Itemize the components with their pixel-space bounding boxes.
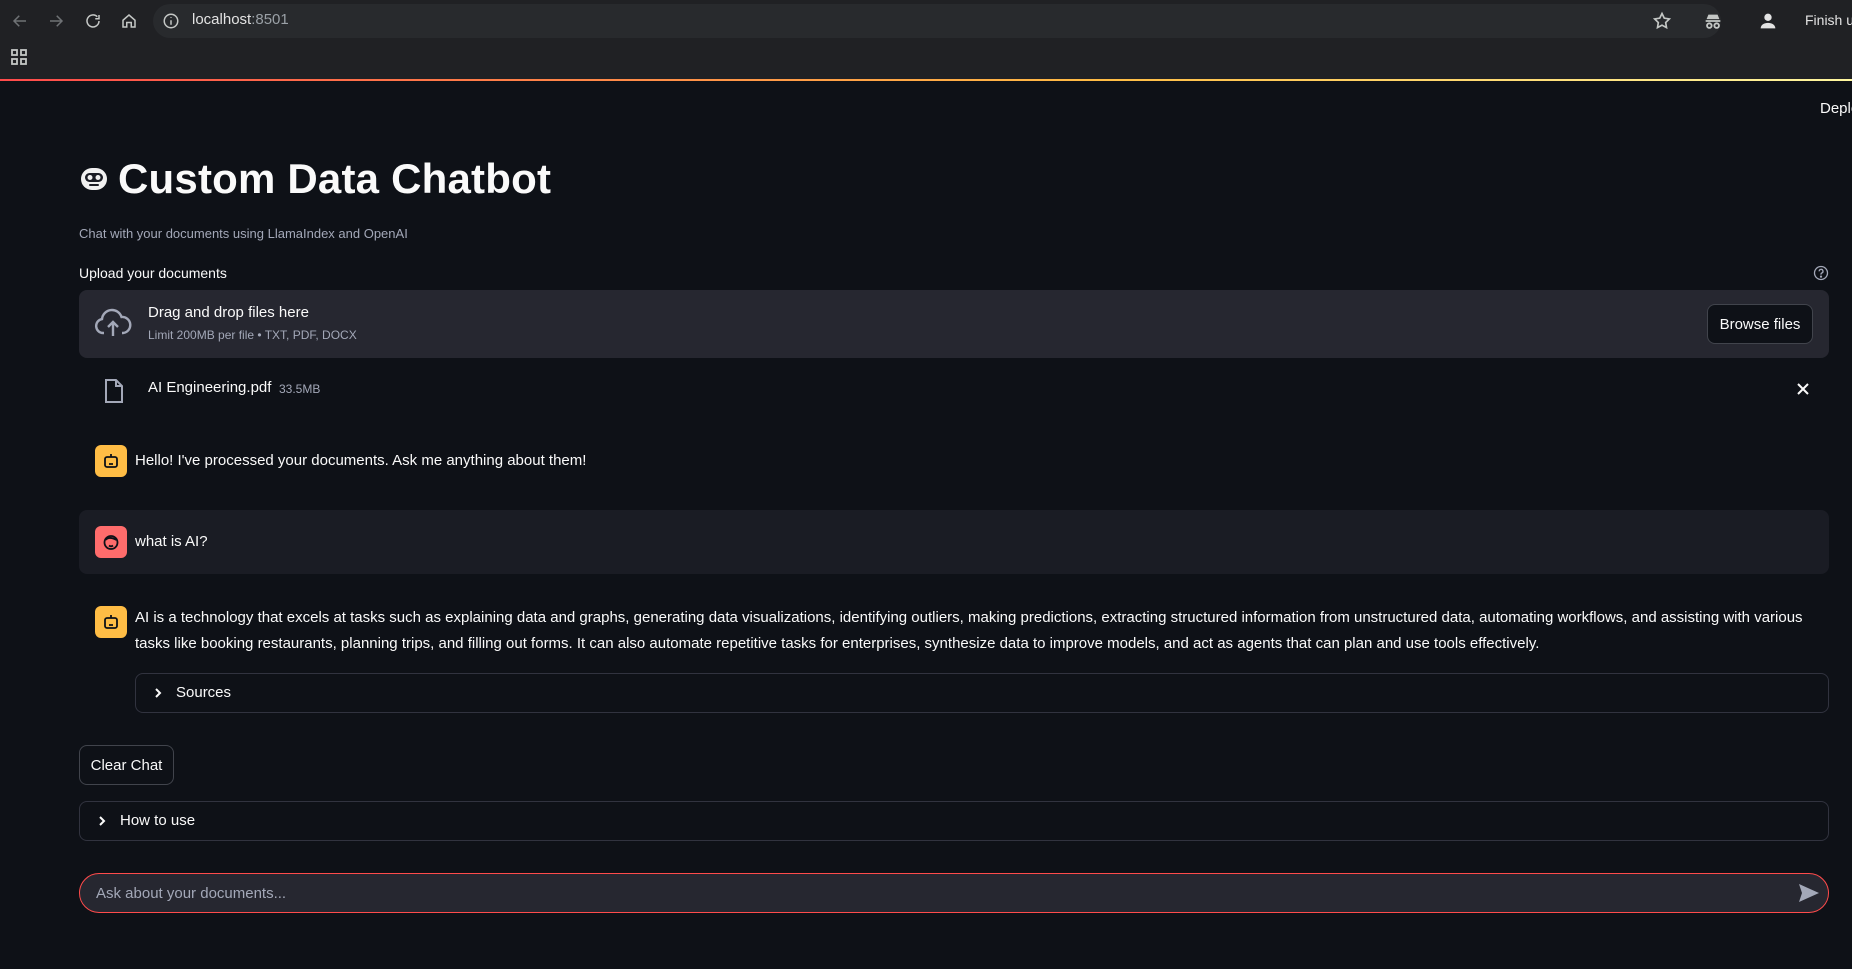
cloud-upload-icon	[94, 308, 132, 340]
user-avatar	[95, 526, 127, 558]
page-title: Custom Data Chatbot	[78, 155, 551, 203]
address-bar[interactable]	[153, 4, 1721, 38]
robot-icon	[104, 615, 118, 629]
chevron-right-icon	[151, 686, 165, 700]
url-host: localhost	[192, 11, 252, 28]
deploy-button[interactable]: Deploy	[1820, 100, 1852, 117]
profile-icon[interactable]	[1757, 10, 1779, 32]
remove-file-close-icon[interactable]	[1794, 380, 1812, 398]
url-port: :8501	[251, 11, 289, 28]
chat-input-container	[79, 873, 1829, 913]
finish-update-button[interactable]: Finish up	[1805, 12, 1852, 28]
chat-message-user: what is AI?	[135, 533, 208, 550]
how-to-use-label[interactable]: How to use	[120, 812, 195, 829]
browse-files-button[interactable]: Browse files	[1707, 304, 1813, 344]
how-to-use-expander[interactable]	[79, 801, 1829, 841]
user-message-container	[79, 510, 1829, 574]
uploader-label: Upload your documents	[79, 265, 227, 281]
chevron-right-icon	[95, 814, 109, 828]
help-icon[interactable]	[1813, 265, 1829, 281]
chat-message-assistant: Hello! I've processed your documents. As…	[135, 452, 587, 469]
file-icon	[103, 378, 125, 404]
dropzone-title: Drag and drop files here	[148, 304, 309, 321]
bookmark-star-icon[interactable]	[1652, 11, 1672, 31]
browser-chrome: localhost:8501 Finish up	[0, 0, 1852, 79]
robot-face-icon	[81, 168, 107, 190]
back-arrow-icon[interactable]	[8, 9, 32, 33]
incognito-icon[interactable]	[1702, 10, 1724, 32]
reload-icon[interactable]	[81, 9, 105, 33]
file-dropzone[interactable]	[79, 290, 1829, 358]
dropzone-limit: Limit 200MB per file • TXT, PDF, DOCX	[148, 328, 357, 342]
chat-input[interactable]	[96, 874, 1776, 912]
site-info-icon[interactable]	[162, 12, 180, 30]
sources-expander[interactable]	[135, 673, 1829, 713]
assistant-avatar	[95, 606, 127, 638]
app-top-decoration	[0, 79, 1852, 81]
apps-grid-icon[interactable]	[10, 48, 28, 66]
assistant-avatar	[95, 445, 127, 477]
page-title-text: Custom Data Chatbot	[118, 155, 552, 202]
send-icon[interactable]	[1798, 883, 1820, 903]
chat-message-assistant: AI is a technology that excels at tasks …	[135, 609, 1803, 652]
uploaded-file-size: 33.5MB	[279, 382, 321, 396]
robot-icon	[104, 454, 118, 468]
user-face-icon	[103, 535, 119, 550]
url-text[interactable]: localhost:8501	[192, 11, 289, 28]
clear-chat-button[interactable]: Clear Chat	[79, 745, 174, 785]
sources-expander-label[interactable]: Sources	[176, 684, 231, 701]
uploaded-file-name: AI Engineering.pdf	[148, 379, 272, 396]
home-icon[interactable]	[117, 9, 141, 33]
forward-arrow-icon[interactable]	[44, 9, 68, 33]
page-subtitle: Chat with your documents using LlamaInde…	[79, 226, 408, 241]
